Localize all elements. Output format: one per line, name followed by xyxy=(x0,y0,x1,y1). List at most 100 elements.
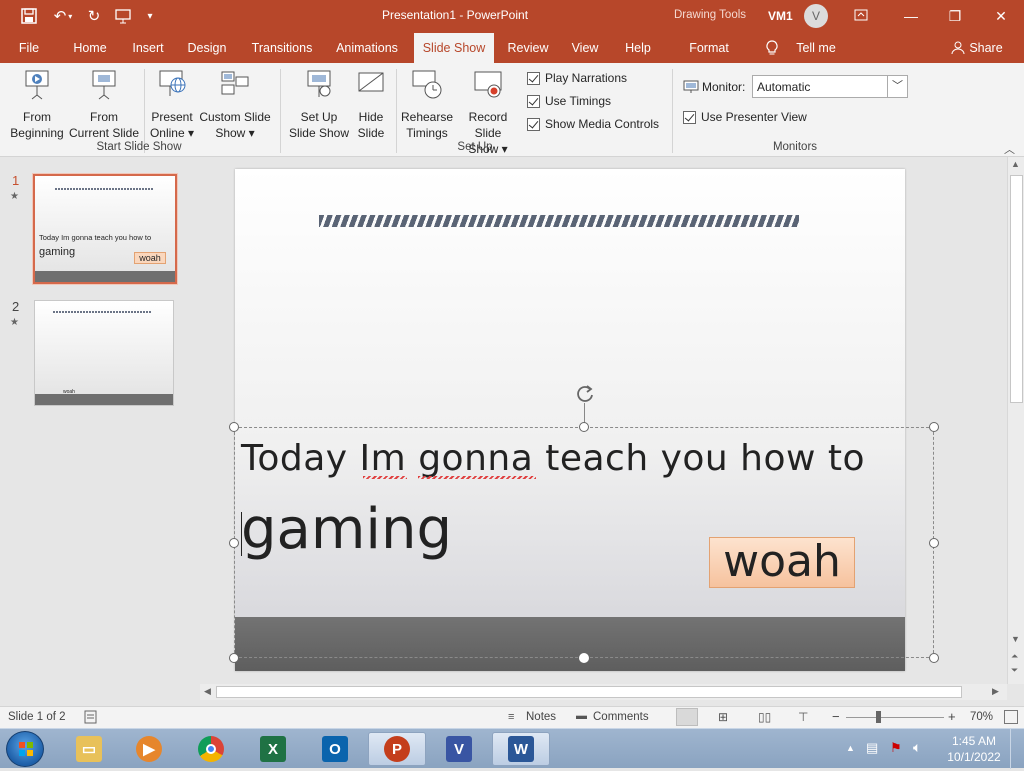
tab-design[interactable]: Design xyxy=(182,33,232,63)
next-slide-icon[interactable]: ⏷ xyxy=(1011,665,1018,676)
previous-slide-icon[interactable]: ⏶ xyxy=(1011,651,1018,662)
resize-handle[interactable] xyxy=(579,653,589,663)
zoom-in-button[interactable]: + xyxy=(948,709,956,724)
from-beginning-button[interactable]: From Beginning xyxy=(6,69,68,141)
resize-handle[interactable] xyxy=(229,422,239,432)
checkbox-checked-icon[interactable] xyxy=(527,71,540,85)
custom-slide-show-icon xyxy=(221,71,249,95)
clock-time[interactable]: 1:45 AM xyxy=(948,734,1000,748)
taskbar-visio[interactable]: V xyxy=(430,732,488,766)
volume-icon[interactable]: 🔈︎ xyxy=(913,739,921,756)
action-center-icon[interactable]: ⚑ xyxy=(890,740,902,756)
use-timings-checkbox[interactable]: Use Timings xyxy=(527,94,611,108)
collapse-ribbon-icon[interactable]: ︿ xyxy=(1004,141,1015,157)
comments-icon[interactable]: ▬ xyxy=(576,710,587,722)
from-current-slide-button[interactable]: From Current Slide xyxy=(68,69,140,141)
share-button[interactable]: Share xyxy=(968,33,1004,63)
taskbar-powerpoint[interactable]: P xyxy=(368,732,426,766)
use-presenter-view-checkbox[interactable]: Use Presenter View xyxy=(683,110,807,124)
horizontal-scrollbar[interactable]: ◀ ▶ xyxy=(200,684,1007,700)
user-name[interactable]: VM1 xyxy=(768,9,793,23)
slide-text-line-1[interactable]: Today Im gonna teach you how to xyxy=(241,438,865,479)
resize-handle[interactable] xyxy=(929,538,939,548)
clock-date[interactable]: 10/1/2022 xyxy=(944,750,1004,764)
taskbar-outlook[interactable]: O xyxy=(306,732,364,766)
tab-review[interactable]: Review xyxy=(502,33,554,63)
normal-view-icon[interactable] xyxy=(676,708,698,726)
ribbon-tabs: File Home Insert Design Transitions Anim… xyxy=(0,33,1024,63)
notes-icon[interactable]: ≡ xyxy=(508,711,514,723)
slide-thumbnail-2[interactable]: woah xyxy=(34,300,174,406)
scroll-left-icon[interactable]: ◀ xyxy=(204,686,211,697)
slide-thumbnail-1[interactable]: Today Im gonna teach you how to gaming w… xyxy=(32,173,178,285)
tab-animations[interactable]: Animations xyxy=(330,33,404,63)
show-desktop-button[interactable] xyxy=(1010,729,1024,769)
outlook-icon: O xyxy=(322,736,348,762)
zoom-level[interactable]: 70% xyxy=(970,711,993,723)
resize-handle[interactable] xyxy=(579,422,589,432)
taskbar-excel[interactable]: X xyxy=(244,732,302,766)
hide-slide-button[interactable]: Hide Slide xyxy=(352,69,390,141)
tab-slide-show[interactable]: Slide Show xyxy=(414,33,494,63)
resize-handle[interactable] xyxy=(229,538,239,548)
reading-view-icon[interactable]: ▯▯ xyxy=(758,710,771,724)
tab-home[interactable]: Home xyxy=(64,33,116,63)
tell-me-box[interactable]: Tell me xyxy=(790,33,842,63)
rotate-handle-icon[interactable] xyxy=(575,383,595,403)
share-person-icon[interactable] xyxy=(950,33,966,63)
comments-button[interactable]: Comments xyxy=(593,711,649,723)
taskbar-word[interactable]: W xyxy=(492,732,550,766)
taskbar-media-player[interactable]: ▶ xyxy=(120,732,178,766)
slideshow-view-icon[interactable]: ⊤ xyxy=(798,710,808,724)
avatar[interactable]: V xyxy=(804,4,828,28)
close-icon[interactable]: ✕ xyxy=(986,4,1016,28)
present-online-button[interactable]: Present Online ▾ xyxy=(146,69,198,141)
scrollbar-thumb[interactable] xyxy=(216,686,962,698)
scroll-right-icon[interactable]: ▶ xyxy=(992,686,999,697)
checkbox-checked-icon[interactable] xyxy=(683,110,696,124)
resize-handle[interactable] xyxy=(229,653,239,663)
from-beginning-icon xyxy=(25,70,49,100)
zoom-slider-handle[interactable] xyxy=(876,711,881,723)
rehearse-timings-button[interactable]: Rehearse Timings xyxy=(400,69,454,141)
tab-file[interactable]: File xyxy=(8,33,50,63)
woah-shape[interactable]: woah xyxy=(709,537,855,588)
zoom-slider[interactable] xyxy=(846,717,944,718)
fit-to-window-icon[interactable] xyxy=(1004,710,1018,724)
minimize-icon[interactable]: — xyxy=(896,4,926,28)
taskbar-file-explorer[interactable]: ▭ xyxy=(60,732,118,766)
start-button[interactable] xyxy=(6,731,44,767)
notes-button[interactable]: Notes xyxy=(526,711,556,723)
tab-view[interactable]: View xyxy=(564,33,606,63)
present-online-icon xyxy=(159,70,186,96)
tab-insert[interactable]: Insert xyxy=(124,33,172,63)
resize-handle[interactable] xyxy=(929,653,939,663)
vertical-scrollbar[interactable]: ▲ ▼ ⏶ ⏷ xyxy=(1007,157,1024,684)
monitor-select[interactable]: Automatic ﹀ xyxy=(752,75,908,98)
ribbon-display-options-icon[interactable] xyxy=(846,4,876,28)
zoom-out-button[interactable]: − xyxy=(832,709,840,724)
slide-sorter-icon[interactable]: ⊞ xyxy=(718,710,728,724)
restore-icon[interactable]: ❐ xyxy=(940,4,970,28)
title-placeholder-line[interactable] xyxy=(319,215,799,227)
tab-help[interactable]: Help xyxy=(618,33,658,63)
checkbox-checked-icon[interactable] xyxy=(527,117,540,131)
custom-slide-show-button[interactable]: Custom Slide Show ▾ xyxy=(198,69,272,141)
scrollbar-thumb[interactable] xyxy=(1010,175,1023,403)
checkbox-checked-icon[interactable] xyxy=(527,94,540,108)
show-hidden-icons-icon[interactable]: ▲ xyxy=(846,743,855,753)
taskbar-chrome[interactable] xyxy=(182,732,240,766)
resize-handle[interactable] xyxy=(929,422,939,432)
slide-text-line-2[interactable]: gaming xyxy=(241,497,452,562)
play-narrations-checkbox[interactable]: Play Narrations xyxy=(527,71,627,85)
scroll-down-icon[interactable]: ▼ xyxy=(1011,634,1020,644)
scroll-up-icon[interactable]: ▲ xyxy=(1011,159,1020,169)
accessibility-icon[interactable] xyxy=(84,710,98,724)
tab-format[interactable]: Format xyxy=(682,33,736,63)
chevron-down-icon[interactable]: ﹀ xyxy=(887,76,907,97)
network-icon[interactable]: ▤ xyxy=(866,740,878,756)
excel-icon: X xyxy=(260,736,286,762)
set-up-slide-show-button[interactable]: Set Up Slide Show xyxy=(286,69,352,141)
tab-transitions[interactable]: Transitions xyxy=(246,33,318,63)
show-media-controls-checkbox[interactable]: Show Media Controls xyxy=(527,117,659,131)
